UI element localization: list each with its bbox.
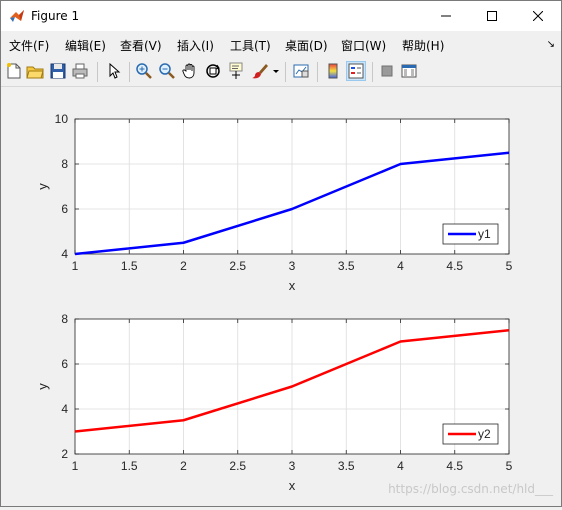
data-cursor-icon[interactable] bbox=[227, 62, 245, 80]
axes2-y-tick-label: 2 bbox=[61, 447, 68, 461]
axes1-x-tick-label: 3 bbox=[289, 259, 296, 273]
chevron-down-icon[interactable] bbox=[271, 62, 281, 80]
axes2-x-tick-label: 1.5 bbox=[121, 459, 138, 473]
figure-window: Figure 1 文件(F) 编辑(E) 查看(V) 插入(I) 工具(T) 桌… bbox=[0, 0, 562, 507]
toolbar-dock-arrow-icon[interactable]: ↘ bbox=[547, 39, 555, 50]
menu-insert[interactable]: 插入(I) bbox=[177, 37, 214, 54]
menu-edit[interactable]: 编辑(E) bbox=[65, 37, 106, 54]
matlab-logo-icon bbox=[9, 8, 25, 24]
axes2-legend-label: y2 bbox=[478, 427, 491, 441]
axes1-xlabel: x bbox=[289, 278, 296, 293]
axes2-x-tick-label: 3 bbox=[289, 459, 296, 473]
minimize-button[interactable] bbox=[423, 1, 469, 31]
axes2-x-tick-label: 4.5 bbox=[446, 459, 463, 473]
print-icon[interactable] bbox=[71, 62, 89, 80]
pan-hand-icon[interactable] bbox=[181, 62, 199, 80]
axes1-legend-label: y1 bbox=[478, 227, 491, 241]
plots-svg[interactable]: 1 1.5 2 2.5 3 3.5 4 4.5 5 4 6 8 10 x y y1 1 1.5 2 2.5 3 3.5 4 4… bbox=[1, 87, 561, 506]
menu-bar: 文件(F) 编辑(E) 查看(V) 插入(I) 工具(T) 桌面(D) 窗口(W… bbox=[1, 31, 561, 57]
axes1-x-tick-label: 1.5 bbox=[121, 259, 138, 273]
watermark: https://blog.csdn.net/hld___ bbox=[388, 482, 553, 496]
toolbar-separator bbox=[97, 62, 98, 82]
axes1-x-tick-label: 3.5 bbox=[338, 259, 355, 273]
rotate-3d-icon[interactable] bbox=[204, 62, 222, 80]
axes2-ylabel: y bbox=[35, 383, 50, 390]
menu-tools[interactable]: 工具(T) bbox=[230, 37, 271, 54]
pointer-icon[interactable] bbox=[105, 62, 123, 80]
minimize-icon bbox=[441, 15, 451, 17]
axes2-x-tick-label: 2 bbox=[180, 459, 187, 473]
axes1-y-tick-label: 4 bbox=[61, 247, 68, 261]
toolbar-separator bbox=[285, 62, 286, 82]
axes2-x-tick-label: 2.5 bbox=[229, 459, 246, 473]
axes2-x-tick-label: 3.5 bbox=[338, 459, 355, 473]
brush-icon[interactable] bbox=[251, 62, 269, 80]
axes1-x-tick-label: 2.5 bbox=[229, 259, 246, 273]
toolbar-separator bbox=[129, 62, 130, 82]
zoom-in-icon[interactable] bbox=[135, 62, 153, 80]
hide-plot-tools-icon[interactable] bbox=[378, 62, 396, 80]
menu-window[interactable]: 窗口(W) bbox=[341, 37, 386, 54]
maximize-icon bbox=[487, 11, 497, 21]
open-file-icon[interactable] bbox=[26, 62, 44, 80]
title-bar[interactable]: Figure 1 bbox=[1, 1, 561, 31]
close-button[interactable] bbox=[515, 1, 561, 31]
axes1-y-tick-label: 8 bbox=[61, 157, 68, 171]
close-icon bbox=[533, 11, 543, 21]
save-icon[interactable] bbox=[49, 62, 67, 80]
axes1-x-tick-label: 4 bbox=[397, 259, 404, 273]
maximize-button[interactable] bbox=[469, 1, 515, 31]
axes2-x-tick-label: 1 bbox=[72, 459, 79, 473]
toolbar-separator bbox=[317, 62, 318, 82]
axes2-x-tick-label: 5 bbox=[506, 459, 513, 473]
axes1-y-tick-label: 10 bbox=[55, 112, 69, 126]
axes2-y-tick-label: 6 bbox=[61, 357, 68, 371]
toolbar-separator bbox=[372, 62, 373, 82]
new-figure-icon[interactable] bbox=[5, 62, 23, 80]
figure-canvas: 1 1.5 2 2.5 3 3.5 4 4.5 5 4 6 8 10 x y y1 1 1.5 2 2.5 3 3.5 4 4… bbox=[1, 87, 561, 506]
colorbar-icon[interactable] bbox=[324, 62, 342, 80]
legend-icon[interactable] bbox=[346, 61, 366, 81]
window-title: Figure 1 bbox=[31, 9, 80, 23]
axes2-xlabel: x bbox=[289, 478, 296, 493]
axes2-x-tick-label: 4 bbox=[397, 459, 404, 473]
menu-help[interactable]: 帮助(H) bbox=[402, 37, 444, 54]
axes1-x-tick-label: 2 bbox=[180, 259, 187, 273]
axes1-x-tick-label: 1 bbox=[72, 259, 79, 273]
axes1-x-tick-label: 5 bbox=[506, 259, 513, 273]
figure-toolbar bbox=[1, 58, 561, 87]
menu-desktop[interactable]: 桌面(D) bbox=[285, 37, 328, 54]
menu-view[interactable]: 查看(V) bbox=[120, 37, 162, 54]
axes1-ylabel: y bbox=[35, 183, 50, 190]
zoom-out-icon[interactable] bbox=[158, 62, 176, 80]
axes2-y-tick-label: 8 bbox=[61, 312, 68, 326]
axes1-x-tick-label: 4.5 bbox=[446, 259, 463, 273]
link-plot-icon[interactable] bbox=[292, 62, 310, 80]
axes1-y-tick-label: 6 bbox=[61, 202, 68, 216]
menu-file[interactable]: 文件(F) bbox=[9, 37, 49, 54]
axes2-y-tick-label: 4 bbox=[61, 402, 68, 416]
show-plot-tools-icon[interactable] bbox=[400, 62, 418, 80]
